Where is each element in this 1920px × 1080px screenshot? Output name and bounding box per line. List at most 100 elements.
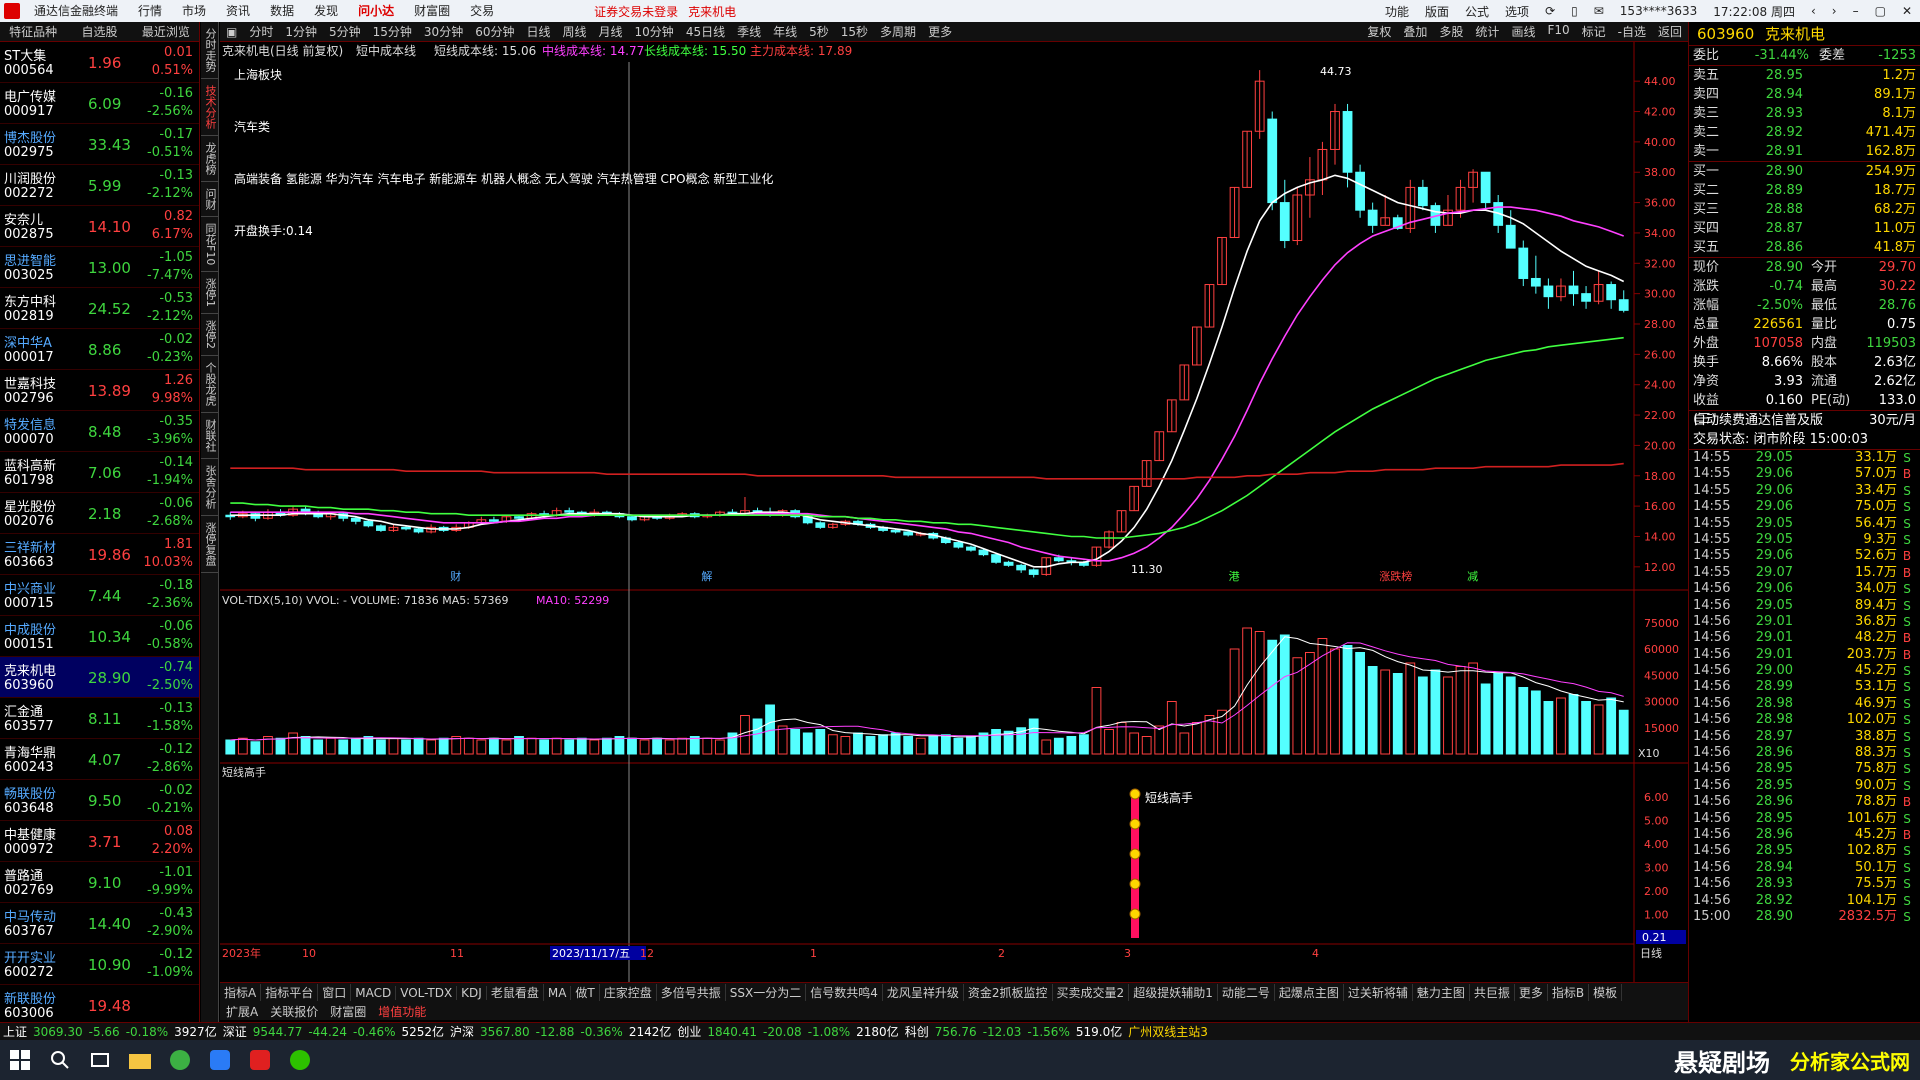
extension-tab[interactable]: 增值功能 [372, 1003, 432, 1020]
extension-tab[interactable]: 关联报价 [264, 1003, 324, 1020]
menu-item-discover[interactable]: 发现 [304, 0, 348, 22]
stock-row[interactable]: 世嘉科技 002796 13.89 1.26 9.98% [0, 370, 199, 411]
extension-tab[interactable]: 财富圈 [324, 1003, 372, 1020]
side-tab[interactable]: 涨停1 [201, 272, 219, 315]
browser-icon[interactable] [160, 1040, 200, 1080]
stock-row[interactable]: 川润股份 002272 5.99 -0.13 -2.12% [0, 165, 199, 206]
stock-row[interactable]: ST大集 000564 1.96 0.01 0.51% [0, 42, 199, 83]
stock-row[interactable]: 思进智能 003025 13.00 -1.05 -7.47% [0, 247, 199, 288]
indicator-tab[interactable]: MA [544, 985, 572, 1000]
chart-tool-button[interactable]: 标记 [1576, 23, 1612, 40]
menu-item-trade[interactable]: 交易 [460, 0, 504, 22]
windows-start-icon[interactable] [0, 1040, 40, 1080]
menu-item-data[interactable]: 数据 [260, 0, 304, 22]
phone-icon[interactable]: ▯ [1563, 4, 1586, 18]
menu-item-news[interactable]: 资讯 [216, 0, 260, 22]
index-name[interactable]: 科创 [902, 1023, 932, 1040]
search-icon[interactable] [40, 1040, 80, 1080]
chart-tool-button[interactable]: F10 [1541, 23, 1575, 40]
back-icon[interactable]: ‹ [1803, 4, 1824, 18]
indicator-tab[interactable]: 超级提妖辅助1 [1129, 984, 1218, 1001]
side-tab[interactable]: 龙虎榜 [201, 136, 219, 182]
side-tab[interactable]: 技术分析 [201, 79, 219, 136]
menu-item-wealth[interactable]: 财富圈 [404, 0, 460, 22]
indicator-tab[interactable]: VOL-TDX [396, 985, 458, 1000]
indicator-tab[interactable]: 庄家控盘 [600, 984, 657, 1001]
menu-function[interactable]: 功能 [1377, 3, 1417, 20]
period-tab[interactable]: 45日线 [680, 23, 731, 40]
stock-row[interactable]: 电广传媒 000917 6.09 -0.16 -2.56% [0, 83, 199, 124]
forward-icon[interactable]: › [1824, 4, 1845, 18]
period-tab[interactable]: 季线 [731, 23, 767, 40]
stock-row[interactable]: 特发信息 000070 8.48 -0.35 -3.96% [0, 411, 199, 452]
indicator-tab[interactable]: 做T [571, 984, 600, 1001]
indicator-tab[interactable]: 资金2抓板监控 [964, 984, 1053, 1001]
menu-item-quote[interactable]: 行情 [128, 0, 172, 22]
index-name[interactable]: 深证 [220, 1023, 250, 1040]
period-tab[interactable]: 多周期 [874, 23, 922, 40]
stock-row[interactable]: 中马传动 603767 14.40 -0.43 -2.90% [0, 903, 199, 944]
period-tab[interactable]: 60分钟 [469, 23, 520, 40]
account-label[interactable]: 153****3633 [1612, 4, 1705, 18]
index-name[interactable]: 沪深 [447, 1023, 477, 1040]
period-tab[interactable]: 月线 [593, 23, 629, 40]
side-tab[interactable]: 财联社 [201, 413, 219, 460]
event-marker[interactable]: 财 [450, 569, 461, 583]
indicator-tab[interactable]: 起爆点主图 [1275, 984, 1344, 1001]
side-tab[interactable]: 分时走势 [201, 22, 219, 79]
close-icon[interactable]: ✕ [1894, 4, 1920, 18]
menu-item-market[interactable]: 市场 [172, 0, 216, 22]
stock-row[interactable]: 蓝科高新 601798 7.06 -0.14 -1.94% [0, 452, 199, 493]
login-notice[interactable]: 证券交易未登录 [594, 3, 678, 20]
chart-tool-button[interactable]: 复权 [1361, 23, 1397, 40]
stock-row[interactable]: 星光股份 002076 2.18 -0.06 -2.68% [0, 493, 199, 534]
period-tab[interactable]: 周线 [557, 23, 593, 40]
tdx-app-icon[interactable] [240, 1040, 280, 1080]
period-tab[interactable]: 15秒 [835, 23, 874, 40]
panel-toggle-icon[interactable]: ▣ [220, 25, 243, 39]
period-tab[interactable]: 年线 [767, 23, 803, 40]
menu-layout[interactable]: 版面 [1417, 3, 1457, 20]
period-tab[interactable]: 5秒 [803, 23, 835, 40]
side-tab[interactable]: 问财 [201, 182, 219, 217]
ad-row[interactable]: 自动续费通达信普及版 30元/月 [1689, 411, 1920, 430]
minimize-icon[interactable]: – [1845, 4, 1867, 18]
task-view-icon[interactable] [80, 1040, 120, 1080]
stock-row[interactable]: 汇金通 603577 8.11 -0.13 -1.58% [0, 698, 199, 739]
wechat-icon[interactable] [280, 1040, 320, 1080]
indicator-tab[interactable]: 过关斩将辅 [1344, 984, 1413, 1001]
side-tab[interactable]: 涨停2 [201, 314, 219, 357]
indicator-tab[interactable]: 多倍号共振 [657, 984, 726, 1001]
menu-options[interactable]: 选项 [1497, 3, 1537, 20]
refresh-icon[interactable]: ⟳ [1537, 4, 1563, 18]
period-tab[interactable]: 日线 [520, 23, 556, 40]
indicator-tab[interactable]: 信号数共鸣4 [806, 984, 883, 1001]
indicator-tab[interactable]: KDJ [457, 985, 487, 1000]
stock-row[interactable]: 深中华A 000017 8.86 -0.02 -0.23% [0, 329, 199, 370]
maximize-icon[interactable]: ▢ [1867, 4, 1894, 18]
chart-tool-button[interactable]: 叠加 [1397, 23, 1433, 40]
period-tab[interactable]: 30分钟 [418, 23, 469, 40]
indicator-tab[interactable]: MACD [351, 985, 397, 1000]
stock-row[interactable]: 中基健康 000972 3.71 0.08 2.20% [0, 821, 199, 862]
period-tab[interactable]: 1分钟 [279, 23, 323, 40]
menu-formula[interactable]: 公式 [1457, 3, 1497, 20]
stock-row[interactable]: 畅联股份 603648 9.50 -0.02 -0.21% [0, 780, 199, 821]
stock-row[interactable]: 三祥新材 603663 19.86 1.81 10.03% [0, 534, 199, 575]
stock-row[interactable]: 普路通 002769 9.10 -1.01 -9.99% [0, 862, 199, 903]
stock-row[interactable]: 新联股份 603006 19.48 [0, 985, 199, 1026]
indicator-tab[interactable]: 模板 [1589, 984, 1623, 1001]
chart-tool-button[interactable]: -自选 [1612, 23, 1652, 40]
extension-tab[interactable]: 扩展A [220, 1003, 264, 1020]
period-tab[interactable]: 15分钟 [367, 23, 418, 40]
stock-row[interactable]: 安奈儿 002875 14.10 0.82 6.17% [0, 206, 199, 247]
period-tab[interactable]: 更多 [922, 23, 958, 40]
ad-text[interactable]: 自动续费通达信普及版 [1693, 411, 1823, 430]
chart-tool-button[interactable]: 统计 [1469, 23, 1505, 40]
stock-row[interactable]: 克来机电 603960 28.90 -0.74 -2.50% [0, 657, 199, 698]
period-tab[interactable]: 10分钟 [629, 23, 680, 40]
chart-tool-button[interactable]: 返回 [1652, 23, 1688, 40]
feishu-icon[interactable] [200, 1040, 240, 1080]
event-marker[interactable]: 涨跌榜 [1379, 569, 1412, 583]
tab-feature[interactable]: 特征品种 [0, 22, 66, 41]
